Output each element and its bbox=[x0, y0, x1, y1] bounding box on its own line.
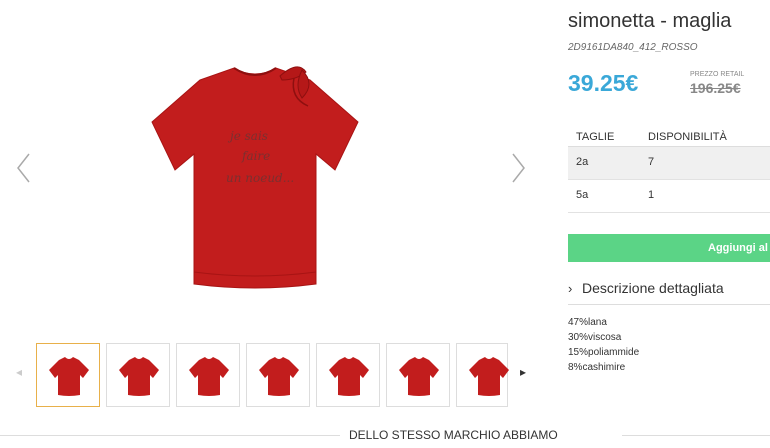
thumbnail[interactable] bbox=[386, 343, 450, 407]
chevron-right-icon[interactable] bbox=[508, 150, 528, 186]
caret-right-icon[interactable]: ▸ bbox=[520, 365, 526, 379]
composition-item: 8%cashimire bbox=[568, 362, 626, 373]
brand-section-title: DELLO STESSO MARCHIO ABBIAMO bbox=[349, 428, 558, 442]
svg-text:faire: faire bbox=[241, 149, 270, 163]
retail-label: PREZZO RETAIL bbox=[690, 71, 745, 78]
divider bbox=[0, 435, 340, 436]
table-header: TAGLIE DISPONIBILITÀ bbox=[568, 124, 770, 146]
availability-cell: 1 bbox=[648, 189, 655, 201]
chevron-left-icon[interactable] bbox=[14, 150, 34, 186]
svg-text:je sais: je sais bbox=[227, 129, 268, 143]
size-cell: 5a bbox=[576, 189, 589, 201]
thumbnail[interactable] bbox=[246, 343, 310, 407]
sizes-table: TAGLIE DISPONIBILITÀ 2a 7 5a 1 bbox=[568, 124, 770, 213]
availability-cell: 7 bbox=[648, 156, 655, 168]
caret-left-icon[interactable]: ◂ bbox=[16, 365, 22, 379]
product-gallery: je sais faire un noeud... bbox=[0, 0, 545, 330]
divider bbox=[622, 435, 770, 436]
table-row[interactable]: 5a 1 bbox=[568, 180, 770, 213]
svg-text:un noeud...: un noeud... bbox=[226, 171, 294, 185]
chevron-right-icon: › bbox=[568, 281, 573, 296]
add-to-cart-label: Aggiungi al c bbox=[708, 242, 770, 254]
composition-list: 47%lana 30%viscosa 15%poliammide 8%cashi… bbox=[568, 315, 639, 375]
product-panel: simonetta - maglia 2D9161DA840_412_ROSSO… bbox=[568, 0, 770, 448]
composition-item: 30%viscosa bbox=[568, 332, 622, 343]
description-heading: Descrizione dettagliata bbox=[582, 280, 724, 296]
product-price: 39.25€ bbox=[568, 70, 639, 96]
thumbnail[interactable] bbox=[36, 343, 100, 407]
thumbnail[interactable] bbox=[176, 343, 240, 407]
brand-section-header: DELLO STESSO MARCHIO ABBIAMO bbox=[0, 424, 770, 444]
composition-item: 15%poliammide bbox=[568, 347, 640, 358]
add-to-cart-button[interactable]: Aggiungi al c bbox=[568, 234, 770, 262]
product-main-image: je sais faire un noeud... bbox=[151, 66, 359, 289]
retail-price: 196.25€ bbox=[690, 80, 741, 96]
description-toggle[interactable]: › Descrizione dettagliata bbox=[568, 278, 770, 305]
product-code: 2D9161DA840_412_ROSSO bbox=[568, 42, 698, 53]
column-header-availability: DISPONIBILITÀ bbox=[648, 131, 727, 143]
thumbnail[interactable] bbox=[316, 343, 380, 407]
thumbnail[interactable] bbox=[456, 343, 509, 407]
thumbnail-strip: ◂ ▸ bbox=[0, 340, 545, 410]
composition-item: 47%lana bbox=[568, 317, 607, 328]
thumbnail[interactable] bbox=[106, 343, 170, 407]
product-title: simonetta - maglia bbox=[568, 10, 732, 32]
table-row[interactable]: 2a 7 bbox=[568, 146, 770, 180]
size-cell: 2a bbox=[576, 156, 589, 168]
column-header-size: TAGLIE bbox=[576, 131, 615, 143]
